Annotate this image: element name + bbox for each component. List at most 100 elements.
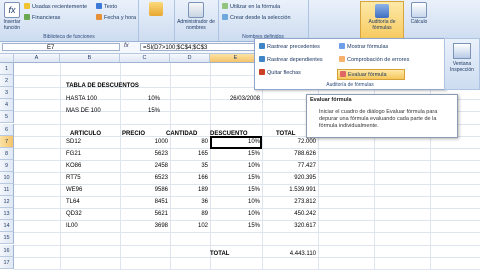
name-manager-button[interactable]: Administrador de nombres [176,2,216,31]
cell-precio[interactable]: 5621 [120,211,168,217]
over-100-label[interactable]: MAS DE 100 [66,108,101,114]
upto-100-label[interactable]: HASTA 100 [66,96,97,102]
row-header[interactable]: 9 [0,159,14,172]
cell-articulo[interactable]: KO86 [66,163,106,169]
row-header[interactable]: 6 [0,123,14,136]
cell-precio[interactable]: 2458 [120,163,168,169]
row-header[interactable]: 2 [0,75,14,88]
calculation-button[interactable]: Cálculo [406,2,432,25]
row-header[interactable]: 13 [0,208,14,221]
row-header[interactable]: 10 [0,171,14,184]
cell-articulo[interactable]: FG21 [66,151,106,157]
discount-table-title[interactable]: TABLA DE DESCUENTOS [66,83,139,89]
cell-precio[interactable]: 9586 [120,187,168,193]
upto-100-value[interactable]: 10% [130,96,160,102]
clock-icon [96,14,102,20]
cell-cantidad[interactable]: 36 [170,199,208,205]
trace-dependents-label: Rastrear dependientes [267,57,323,63]
cell-descuento[interactable]: 10% [210,199,260,205]
row-header[interactable]: 14 [0,220,14,233]
cell-cantidad[interactable]: 166 [170,175,208,181]
cell-descuento[interactable]: 15% [210,223,260,229]
name-box[interactable]: E7 [2,43,120,51]
show-formulas-button[interactable]: Mostrar fórmulas [339,43,388,50]
cell-total[interactable]: 788.626 [262,151,316,157]
insert-function-button[interactable]: fx Insertar función [2,2,22,31]
col-header-b[interactable]: B [60,54,120,63]
row-header[interactable]: 17 [0,256,14,269]
row-header[interactable]: 11 [0,184,14,197]
functions-icon [149,2,163,16]
row-header[interactable]: 3 [0,87,14,100]
name-manager-label: Administrador de nombres [177,19,215,31]
row-header[interactable]: 1 [0,63,14,76]
row-header[interactable]: 7 [0,135,14,148]
header-total[interactable]: TOTAL [276,131,295,137]
trace-precedents-button[interactable]: Rastrear precedentes [259,43,320,50]
cell-articulo[interactable]: TL64 [66,199,106,205]
evaluate-formula-button[interactable]: Evaluar fórmula [337,69,405,80]
cell-cantidad[interactable]: 189 [170,187,208,193]
row-header[interactable]: 4 [0,99,14,112]
cell-precio[interactable]: 5623 [120,151,168,157]
header-cantidad[interactable]: CANTIDAD [166,131,197,137]
cell-descuento[interactable]: 10% [210,163,260,169]
row-header[interactable]: 8 [0,147,14,160]
cell-articulo[interactable]: RT75 [66,175,106,181]
cell-precio[interactable]: 3698 [120,223,168,229]
remove-arrows-button[interactable]: Quitar flechas [259,69,301,76]
cell-cantidad[interactable]: 102 [170,223,208,229]
panel-group-label: Auditoría de fórmulas [326,82,374,88]
trace-dependents-button[interactable]: Rastrear dependientes [259,56,323,63]
cell-articulo[interactable]: WE96 [66,187,106,193]
cell-total[interactable]: 920.395 [262,175,316,181]
cell-descuento[interactable]: 15% [210,151,260,157]
cell-total[interactable]: 1.539.991 [262,187,316,193]
date-cell[interactable]: 26/03/2008 [212,96,260,102]
use-in-formula-button[interactable]: Utilizar en la fórmula [222,3,280,11]
cell-descuento[interactable]: 15% [210,175,260,181]
text-button[interactable]: Texto [96,3,117,11]
cell-precio[interactable]: 6523 [120,175,168,181]
financial-button[interactable]: Financieras [24,14,60,22]
error-check-button[interactable]: Comprobación de errores [339,56,409,63]
col-header-a[interactable]: A [14,54,60,63]
cell-articulo[interactable]: QD32 [66,211,106,217]
cell-cantidad[interactable]: 35 [170,163,208,169]
row-header[interactable]: 12 [0,196,14,209]
header-precio[interactable]: PRECIO [122,131,145,137]
total-value[interactable]: 4.443.110 [262,251,316,257]
row-header[interactable]: 5 [0,111,14,124]
total-label[interactable]: TOTAL [210,251,229,257]
over-100-value[interactable]: 15% [130,108,160,114]
formula-auditing-button[interactable]: Auditoría de fórmulas [360,1,404,41]
cell-precio[interactable]: 1000 [120,139,168,145]
create-from-selection-button[interactable]: Crear desde la selección [222,14,291,22]
cell-total[interactable]: 77.427 [262,163,316,169]
col-header-c[interactable]: C [120,54,170,63]
cell-articulo[interactable]: IL00 [66,223,106,229]
cell-descuento[interactable]: 10% [210,211,260,217]
col-header-d[interactable]: D [170,54,210,63]
cell-total[interactable]: 450.242 [262,211,316,217]
watch-window-button[interactable]: Ventana Inspección [444,38,480,90]
cell-cantidad[interactable]: 165 [170,151,208,157]
cell-articulo[interactable]: SD12 [66,139,106,145]
cell-total[interactable]: 72.000 [262,139,316,145]
datetime-button[interactable]: Fecha y hora [96,14,136,22]
cell-cantidad[interactable]: 89 [170,211,208,217]
cell-total[interactable]: 320.617 [262,223,316,229]
selected-cell-e7[interactable] [210,135,262,149]
more-functions-button[interactable] [142,2,170,17]
name-manager-group: Administrador de nombres [174,0,219,41]
recent-button[interactable]: Usadas recientemente [24,3,87,11]
row-header[interactable]: 15 [0,232,14,245]
cell-precio[interactable]: 8451 [120,199,168,205]
row-header[interactable]: 16 [0,244,14,257]
cell-cantidad[interactable]: 80 [170,139,208,145]
header-articulo[interactable]: ARTICULO [70,131,101,137]
cell-total[interactable]: 273.812 [262,199,316,205]
cell-descuento[interactable]: 15% [210,187,260,193]
remove-arrows-label: Quitar flechas [267,70,301,76]
select-all-corner[interactable] [0,54,14,63]
